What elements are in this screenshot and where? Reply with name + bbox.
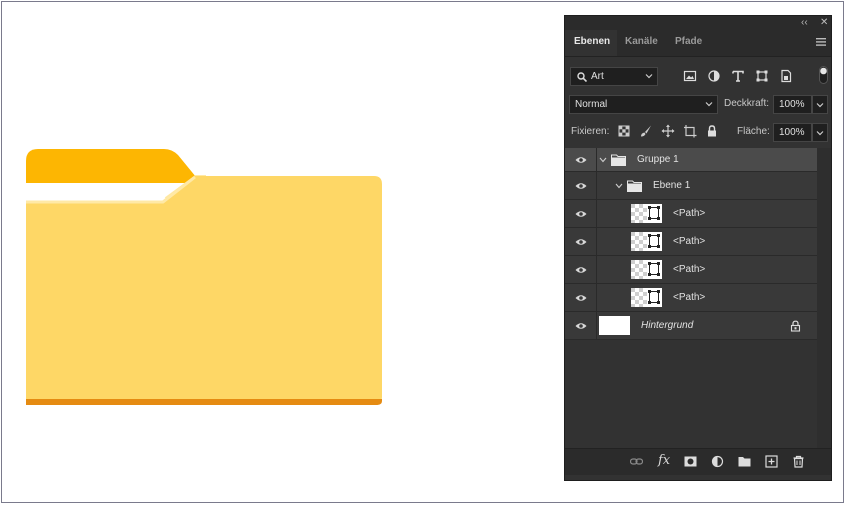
search-icon <box>577 72 587 82</box>
shape-filter-icon[interactable] <box>755 69 769 83</box>
layers-toolbar: fx <box>565 448 831 475</box>
visibility-eye-icon[interactable] <box>575 210 587 218</box>
layer-lock-icon <box>790 320 801 332</box>
layer-name: <Path> <box>673 264 706 275</box>
visibility-eye-icon[interactable] <box>575 322 587 330</box>
layers-panel: ‹‹ ✕ Ebenen Kanäle Pfade Art Normal Deck… <box>564 15 832 481</box>
visibility-eye-icon[interactable] <box>575 266 587 274</box>
smart-object-filter-icon[interactable] <box>779 69 793 83</box>
blend-mode-select[interactable]: Normal <box>569 95 718 114</box>
delete-layer-icon[interactable] <box>792 455 805 468</box>
lock-pixels-icon[interactable] <box>639 124 653 138</box>
tab-ebenen[interactable]: Ebenen <box>574 36 610 48</box>
fill-dropdown[interactable] <box>812 123 828 142</box>
image-filter-icon[interactable] <box>683 69 697 83</box>
fx-icon[interactable]: fx <box>658 453 670 468</box>
lock-artboard-icon[interactable] <box>683 124 697 138</box>
new-group-icon[interactable] <box>738 455 751 468</box>
type-filter-icon[interactable] <box>731 69 745 83</box>
filter-type-value: Art <box>591 71 604 82</box>
folder-icon <box>627 180 642 192</box>
layer-row-path[interactable]: <Path> <box>565 200 817 228</box>
collapse-button[interactable]: ‹‹ <box>801 17 808 29</box>
visibility-eye-icon[interactable] <box>575 156 587 164</box>
folder-illustration <box>26 149 383 405</box>
layer-row-gruppe-1[interactable]: Gruppe 1 <box>565 148 817 172</box>
fill-input[interactable]: 100% <box>773 123 812 142</box>
chevron-down-icon <box>816 131 824 136</box>
visibility-eye-icon[interactable] <box>575 182 587 190</box>
opacity-input[interactable]: 100% <box>773 95 812 114</box>
chevron-down-icon <box>705 102 713 107</box>
visibility-eye-icon[interactable] <box>575 238 587 246</box>
layer-name: <Path> <box>673 236 706 247</box>
folder-body <box>26 176 382 403</box>
folder-icon <box>611 154 626 166</box>
folder-tab <box>26 149 196 183</box>
background-thumbnail <box>599 316 630 335</box>
panel-tabs: Ebenen Kanäle Pfade <box>565 30 831 57</box>
layer-row-path[interactable]: <Path> <box>565 228 817 256</box>
lock-transparency-icon[interactable] <box>617 124 631 138</box>
tab-kanaele[interactable]: Kanäle <box>625 36 658 48</box>
path-thumbnail-icon <box>631 232 662 251</box>
lock-position-icon[interactable] <box>661 124 675 138</box>
layer-name: Gruppe 1 <box>637 154 679 165</box>
path-thumbnail-icon <box>631 260 662 279</box>
visibility-eye-icon[interactable] <box>575 294 587 302</box>
filter-toggle-icon[interactable] <box>819 66 828 84</box>
layer-row-hintergrund[interactable]: Hintergrund <box>565 312 817 340</box>
layer-row-path[interactable]: <Path> <box>565 284 817 312</box>
close-button[interactable]: ✕ <box>820 17 828 29</box>
layer-name: <Path> <box>673 292 706 303</box>
folder-bottom-edge <box>26 399 382 405</box>
layer-mask-icon[interactable] <box>684 455 697 468</box>
opacity-label: Deckkraft: <box>724 98 770 109</box>
layer-name: Hintergrund <box>641 320 694 331</box>
chevron-down-icon[interactable] <box>599 156 607 164</box>
blend-mode-value: Normal <box>575 99 608 110</box>
layer-row-path[interactable]: <Path> <box>565 256 817 284</box>
adjustment-filter-icon[interactable] <box>707 69 721 83</box>
layer-name: Ebene 1 <box>653 180 691 191</box>
panel-titlebar: ‹‹ ✕ <box>565 16 831 30</box>
layer-row-ebene-1[interactable]: Ebene 1 <box>565 172 817 200</box>
tab-pfade[interactable]: Pfade <box>675 36 702 48</box>
path-thumbnail-icon <box>631 204 662 223</box>
path-thumbnail-icon <box>631 288 662 307</box>
filter-type-select[interactable]: Art <box>570 67 658 86</box>
new-layer-icon[interactable] <box>765 455 778 468</box>
link-layers-icon[interactable] <box>630 455 643 468</box>
fill-label: Fläche: <box>737 126 770 137</box>
chevron-down-icon <box>816 103 824 108</box>
layer-list: Gruppe 1 Ebene 1 <Path> <Path> <Path> <P… <box>565 148 817 340</box>
chevron-down-icon[interactable] <box>615 182 623 190</box>
lock-label: Fixieren: <box>571 126 610 137</box>
chevron-down-icon <box>645 74 653 79</box>
layers-scrollbar[interactable] <box>817 148 831 448</box>
lock-all-icon[interactable] <box>705 124 719 138</box>
opacity-dropdown[interactable] <box>812 95 828 114</box>
adjustment-layer-icon[interactable] <box>711 455 724 468</box>
panel-menu-icon[interactable] <box>816 38 826 46</box>
layer-name: <Path> <box>673 208 706 219</box>
